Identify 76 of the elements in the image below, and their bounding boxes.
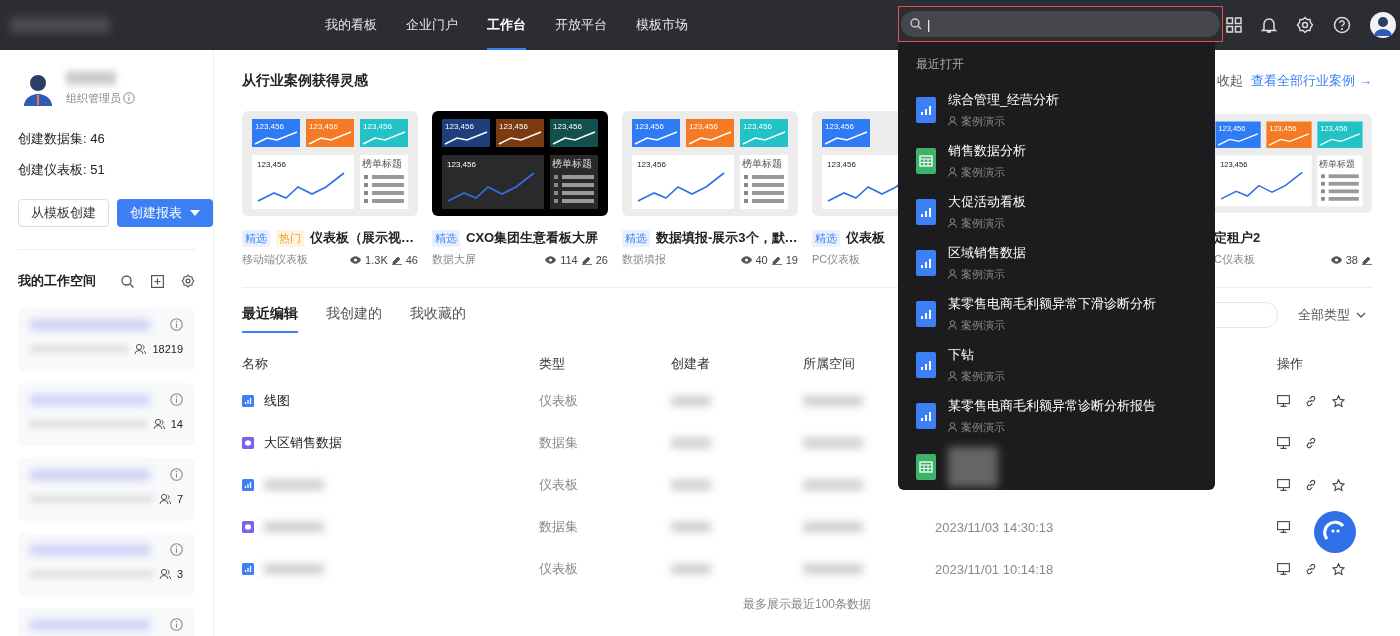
section-title: 从行业案例获得灵感 xyxy=(242,72,368,90)
thumbnail-title: 榜单标题 xyxy=(742,158,782,169)
edit-count: 19 xyxy=(785,253,798,266)
thumbnail-value: 123,456 xyxy=(1220,159,1248,169)
owner-name: 案例演示 xyxy=(961,113,1005,129)
owner-name: 案例演示 xyxy=(961,368,1005,384)
thumbnail-value: 123,456 xyxy=(825,122,854,131)
view-count: 1.3K xyxy=(365,253,388,266)
thumbnail-value: 123,456 xyxy=(363,122,392,131)
thumbnail-value: 123,456 xyxy=(499,122,528,131)
thumbnail-value: 123,456 xyxy=(635,122,664,131)
column-header: 操作 xyxy=(1277,355,1303,373)
table-cell-text: 仪表板 xyxy=(539,476,579,494)
tag: 精选 xyxy=(242,229,270,247)
recent-title: 某零售电商毛利额异常下滑诊断分析 xyxy=(948,294,1156,313)
card-type: 移动端仪表板 xyxy=(242,252,308,267)
table-cell-text: 仪表板 xyxy=(539,392,579,410)
recent-title: 销售数据分析 xyxy=(948,141,1026,160)
view-count: 38 xyxy=(1345,253,1358,266)
thumbnail-value: 123,456 xyxy=(827,160,856,169)
owner-name: 案例演示 xyxy=(961,215,1005,231)
recent-title: 大促活动看板 xyxy=(948,192,1026,211)
table-cell: 2023/11/03 14:30:13 xyxy=(935,519,1054,535)
footer-note: 最多展示最近100条数据 xyxy=(742,596,872,613)
tag: 精选 xyxy=(622,229,650,247)
card-type: C仪表板 xyxy=(1213,252,1255,267)
thumbnail-value: 123,456 xyxy=(257,160,286,169)
member-count: 3 xyxy=(176,568,183,580)
table-cell: 2023/11/01 10:14:18 xyxy=(935,561,1054,577)
member-count: 7 xyxy=(176,493,183,505)
section-title: 我的工作空间 xyxy=(18,272,96,290)
thumbnail-value: 123,456 xyxy=(309,122,338,131)
dropdown-heading: 最近打开 xyxy=(916,56,965,73)
edit-count: 46 xyxy=(405,253,418,266)
table-cell-text: 仪表板 xyxy=(539,560,579,578)
user-role: 组织管理员 xyxy=(66,90,121,106)
tag: 精选 xyxy=(812,229,840,247)
column-header: 名称 xyxy=(242,355,268,373)
thumbnail-value: 123,456 xyxy=(637,160,666,169)
view-count: 40 xyxy=(755,253,768,266)
owner-name: 案例演示 xyxy=(961,419,1005,435)
thumbnail-title: 榜单标题 xyxy=(362,158,402,169)
thumbnail-value: 123,456 xyxy=(689,122,718,131)
owner-name: 案例演示 xyxy=(961,164,1005,180)
owner-name: 案例演示 xyxy=(961,266,1005,282)
thumbnail-value: 123,456 xyxy=(1269,123,1297,133)
thumbnail-value: 123,456 xyxy=(1320,123,1348,133)
owner-name: 案例演示 xyxy=(961,317,1005,333)
thumbnail-value: 123,456 xyxy=(1218,123,1246,133)
column-header: 类型 xyxy=(539,355,565,373)
recent-title: 下钻 xyxy=(948,345,975,364)
member-count: 18219 xyxy=(152,343,183,355)
tag: 热门 xyxy=(276,229,304,247)
stat-text: 创建数据集: 46 xyxy=(18,130,106,148)
card-type: PC仪表板 xyxy=(812,252,861,267)
thumbnail-title: 榜单标题 xyxy=(552,158,592,169)
table-cell-text: 数据集 xyxy=(539,518,579,536)
stat-text: 创建仪表板: 51 xyxy=(18,161,106,179)
member-count: 14 xyxy=(170,418,183,430)
edit-count: 26 xyxy=(595,253,608,266)
thumbnail-value: 123,456 xyxy=(447,160,476,169)
recent-title: 某零售电商毛利额异常诊断分析报告 xyxy=(948,396,1156,415)
recent-title: 综合管理_经营分析 xyxy=(948,90,1060,109)
table-cell-text: 数据集 xyxy=(539,434,579,452)
thumbnail-value: 123,456 xyxy=(553,122,582,131)
recent-title: 区域销售数据 xyxy=(948,243,1026,262)
card-type: 数据大屏 xyxy=(432,252,476,267)
thumbnail-title: 榜单标题 xyxy=(1319,157,1356,169)
column-header: 所属空间 xyxy=(803,355,855,373)
card-type: 数据填报 xyxy=(622,252,666,267)
thumbnail-value: 123,456 xyxy=(255,122,284,131)
thumbnail-value: 123,456 xyxy=(743,122,772,131)
thumbnail-value: 123,456 xyxy=(445,122,474,131)
tag: 精选 xyxy=(432,229,460,247)
column-header: 创建者 xyxy=(671,355,710,373)
view-count: 114 xyxy=(560,253,578,266)
